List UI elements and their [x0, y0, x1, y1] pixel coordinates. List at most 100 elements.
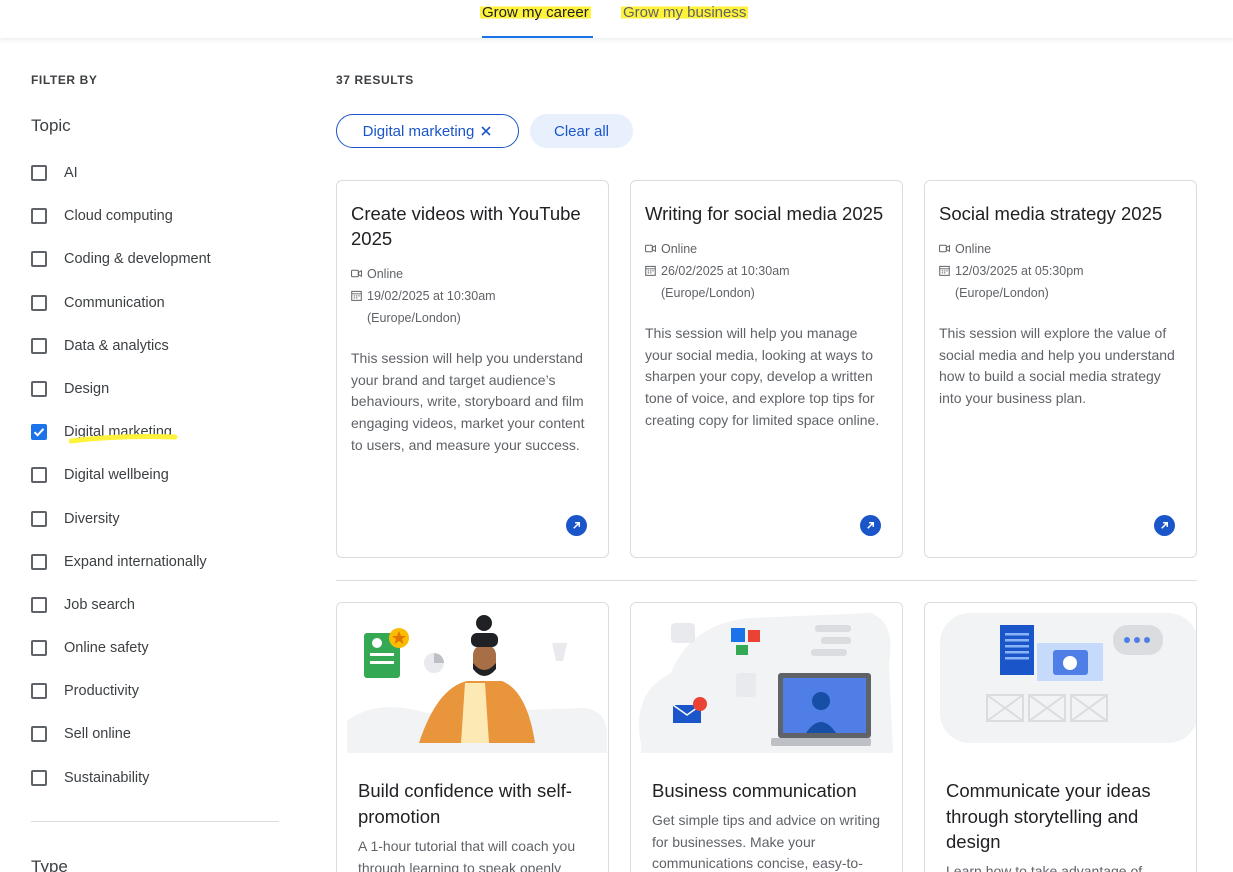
- event-mode-label: Online: [367, 267, 404, 281]
- tutorial-description: A 1-hour tutorial that will coach you th…: [358, 838, 576, 872]
- arrow-up-right-icon: [867, 522, 874, 529]
- calendar-icon: [351, 290, 362, 301]
- tutorial-card[interactable]: Build confidence with self-promotion A 1…: [336, 602, 609, 872]
- topic-filter-productivity[interactable]: Productivity: [31, 681, 211, 724]
- open-event-button[interactable]: [860, 515, 881, 536]
- tab-label: Grow my business: [621, 4, 749, 21]
- topic-filter-sell-online[interactable]: Sell online: [31, 724, 211, 767]
- event-card[interactable]: Social media strategy 2025 Online 12/03/…: [924, 180, 1197, 558]
- event-datetime: 19/02/2025 at 10:30am (Europe/London): [351, 285, 594, 329]
- topic-label: Job search: [64, 596, 135, 613]
- event-card[interactable]: Writing for social media 2025 Online 26/…: [630, 180, 903, 558]
- checkbox[interactable]: [31, 640, 47, 657]
- check-icon: [33, 428, 45, 437]
- checkbox[interactable]: [31, 208, 47, 225]
- topic-label: Productivity: [64, 683, 139, 700]
- topic-filter-communication[interactable]: Communication: [31, 293, 211, 336]
- event-description: This session will help you manage your s…: [645, 325, 880, 428]
- video-camera-icon: [351, 269, 362, 278]
- checkbox[interactable]: [31, 165, 47, 181]
- checkbox[interactable]: [31, 726, 47, 743]
- topic-label: Online safety: [64, 640, 149, 657]
- arrow-up-right-icon: [1161, 522, 1168, 529]
- event-timezone: (Europe/London): [367, 311, 461, 325]
- topic-filter-online-safety[interactable]: Online safety: [31, 638, 211, 681]
- event-date: 26/02/2025 at 10:30am: [661, 264, 790, 278]
- chip-label: Digital marketing: [362, 122, 475, 140]
- section-divider: [336, 580, 1197, 581]
- checkbox[interactable]: [31, 596, 47, 613]
- event-description: This session will explore the value of s…: [939, 325, 1175, 407]
- event-mode: Online: [351, 263, 594, 285]
- event-title: Create videos with YouTube 2025: [351, 203, 581, 249]
- close-icon[interactable]: [480, 125, 492, 137]
- topic-filter-diversity[interactable]: Diversity: [31, 509, 211, 552]
- top-tab-bar: Grow my career Grow my business: [0, 0, 1233, 38]
- tutorial-card[interactable]: Communicate your ideas through storytell…: [924, 602, 1197, 872]
- tutorial-description: Learn how to take advantage of: [946, 863, 1143, 872]
- topic-label: Cloud computing: [64, 208, 173, 225]
- tab-grow-my-business[interactable]: Grow my business: [621, 4, 749, 38]
- calendar-icon: [939, 265, 950, 276]
- video-camera-icon: [645, 244, 656, 253]
- sidebar-divider: [31, 821, 279, 822]
- topic-label: AI: [64, 165, 78, 181]
- topic-label: Design: [64, 380, 110, 397]
- tutorial-title: Business communication: [652, 780, 857, 801]
- event-title: Writing for social media 2025: [645, 203, 884, 224]
- checkbox[interactable]: [31, 467, 47, 484]
- topic-filter-cloud-computing[interactable]: Cloud computing: [31, 206, 211, 249]
- event-mode-label: Online: [661, 242, 698, 256]
- tab-label: Grow my career: [480, 4, 591, 21]
- topic-label: Coding & development: [64, 251, 211, 268]
- event-date: 19/02/2025 at 10:30am: [367, 289, 496, 303]
- clear-all-button[interactable]: Clear all: [530, 114, 633, 148]
- topic-filter-list: AI Cloud computing Coding & development …: [31, 163, 211, 811]
- event-title: Social media strategy 2025: [939, 203, 1163, 224]
- tutorial-title: Communicate your ideas through storytell…: [946, 780, 1151, 852]
- active-filter-chip[interactable]: Digital marketing: [336, 114, 519, 148]
- event-date: 12/03/2025 at 05:30pm: [955, 264, 1084, 278]
- topic-heading: Topic: [31, 116, 71, 135]
- topic-label: Diversity: [64, 510, 120, 527]
- topic-label: Sustainability: [64, 769, 150, 786]
- open-event-button[interactable]: [1154, 515, 1175, 536]
- event-datetime: 26/02/2025 at 10:30am (Europe/London): [645, 260, 888, 304]
- topic-filter-job-search[interactable]: Job search: [31, 595, 211, 638]
- event-mode: Online: [939, 238, 1182, 260]
- topic-filter-data-analytics[interactable]: Data & analytics: [31, 336, 211, 379]
- topic-label: Sell online: [64, 726, 131, 743]
- checkbox[interactable]: [31, 380, 47, 397]
- checkbox[interactable]: [31, 337, 47, 354]
- storytelling-design-illustration: [925, 603, 1196, 753]
- checkbox[interactable]: [31, 510, 47, 527]
- topic-filter-expand-internationally[interactable]: Expand internationally: [31, 552, 211, 595]
- open-event-button[interactable]: [566, 515, 587, 536]
- checkbox[interactable]: [31, 683, 47, 700]
- event-timezone: (Europe/London): [661, 286, 755, 300]
- results-count: 37 RESULTS: [336, 73, 414, 87]
- clear-all-label: Clear all: [553, 122, 610, 140]
- tab-grow-my-career[interactable]: Grow my career: [480, 4, 593, 38]
- checkbox[interactable]: [31, 251, 47, 268]
- topic-filter-design[interactable]: Design: [31, 379, 211, 422]
- event-timezone: (Europe/London): [955, 286, 1049, 300]
- topic-filter-sustainability[interactable]: Sustainability: [31, 768, 211, 811]
- topic-filter-coding-development[interactable]: Coding & development: [31, 249, 211, 292]
- checkbox[interactable]: [31, 769, 47, 786]
- event-card[interactable]: Create videos with YouTube 2025 Online 1…: [336, 180, 609, 558]
- topic-filter-digital-marketing[interactable]: Digital marketing: [31, 422, 211, 465]
- tutorial-card[interactable]: Business communication Get simple tips a…: [630, 602, 903, 872]
- topic-filter-digital-wellbeing[interactable]: Digital wellbeing: [31, 465, 211, 508]
- checkbox-checked[interactable]: [31, 424, 47, 441]
- topic-label: Expand internationally: [64, 553, 207, 570]
- topic-filter-ai[interactable]: AI: [31, 163, 211, 206]
- checkbox[interactable]: [31, 294, 47, 311]
- calendar-icon: [645, 265, 656, 276]
- tutorial-description: Get simple tips and advice on writing fo…: [652, 812, 880, 872]
- checkbox[interactable]: [31, 553, 47, 570]
- type-heading: Type: [31, 857, 68, 872]
- event-description: This session will help you understand yo…: [351, 350, 585, 453]
- arrow-up-right-icon: [573, 522, 580, 529]
- event-mode: Online: [645, 238, 888, 260]
